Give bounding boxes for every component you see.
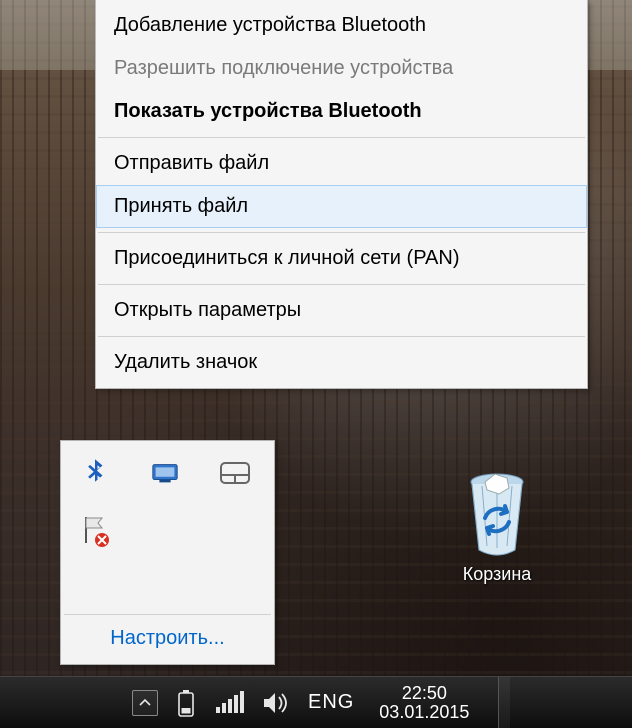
language-indicator[interactable]: ENG [308, 691, 354, 714]
tray-overflow-icons [61, 441, 274, 614]
taskbar-clock[interactable]: 22:50 03.01.2015 [372, 684, 476, 722]
touchpad-tray-icon[interactable] [215, 453, 255, 493]
menu-separator [98, 137, 585, 138]
bluetooth-tray-icon[interactable] [75, 453, 115, 493]
taskbar-date: 03.01.2015 [379, 703, 469, 722]
action-center-flag-icon[interactable] [75, 511, 115, 551]
taskbar: ENG 22:50 03.01.2015 [0, 676, 632, 728]
taskbar-time: 22:50 [402, 684, 447, 703]
menu-item-open-settings[interactable]: Открыть параметры [96, 289, 587, 332]
recycle-bin-icon [457, 468, 537, 558]
tray-overflow-button[interactable] [132, 690, 158, 716]
menu-item-send-file[interactable]: Отправить файл [96, 142, 587, 185]
menu-item-receive-file[interactable]: Принять файл [96, 185, 587, 228]
menu-item-remove-icon[interactable]: Удалить значок [96, 341, 587, 384]
recycle-bin-desktop-icon[interactable]: Корзина [432, 468, 562, 585]
network-signal-tray-icon[interactable] [214, 691, 244, 715]
menu-item-allow-device-connection: Разрешить подключение устройства [96, 47, 587, 90]
safely-remove-hardware-icon[interactable] [145, 453, 185, 493]
menu-item-add-bluetooth-device[interactable]: Добавление устройства Bluetooth [96, 4, 587, 47]
bluetooth-context-menu: Добавление устройства Bluetooth Разрешит… [95, 0, 588, 389]
menu-item-join-pan[interactable]: Присоединиться к личной сети (PAN) [96, 237, 587, 280]
show-desktop-button[interactable] [498, 677, 510, 728]
menu-separator [98, 232, 585, 233]
menu-separator [98, 336, 585, 337]
menu-separator [98, 284, 585, 285]
menu-item-show-bluetooth-devices[interactable]: Показать устройства Bluetooth [96, 90, 587, 133]
battery-tray-icon[interactable] [176, 688, 196, 718]
recycle-bin-label: Корзина [432, 564, 562, 585]
tray-customize-link[interactable]: Настроить... [61, 615, 274, 664]
tray-overflow-flyout: Настроить... [60, 440, 275, 665]
volume-tray-icon[interactable] [262, 691, 290, 715]
